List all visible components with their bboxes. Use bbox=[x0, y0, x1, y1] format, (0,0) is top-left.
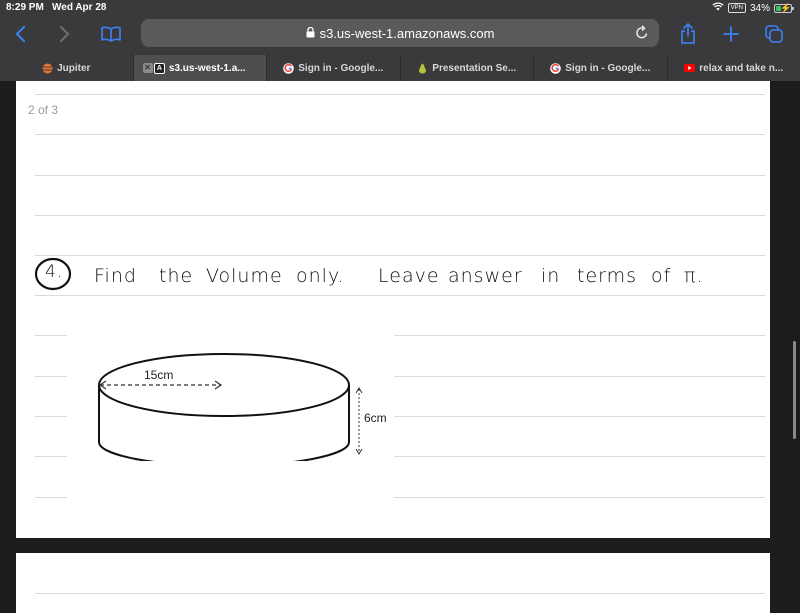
tab-label: s3.us-west-1.a... bbox=[169, 63, 246, 74]
cylinder-shape bbox=[99, 354, 349, 461]
forward-button[interactable] bbox=[50, 20, 78, 48]
radius-label: 15cm bbox=[144, 368, 173, 382]
ruled-line bbox=[35, 593, 765, 594]
ruled-line bbox=[394, 456, 765, 457]
ruled-line bbox=[394, 376, 765, 377]
share-icon bbox=[679, 23, 697, 45]
status-bar: 8:29 PM Wed Apr 28 VPN 34% ⚡ bbox=[0, 0, 800, 16]
battery-icon: ⚡ bbox=[774, 4, 792, 13]
bookmarks-button[interactable] bbox=[97, 20, 125, 48]
reload-button[interactable] bbox=[635, 25, 649, 43]
tabs-icon bbox=[764, 24, 784, 44]
question-word: terms bbox=[577, 265, 637, 287]
page-counter: 2 of 3 bbox=[28, 103, 58, 117]
jupiter-icon bbox=[42, 63, 53, 74]
url-bar[interactable]: s3.us-west-1.amazonaws.com bbox=[141, 19, 659, 47]
question-word: of bbox=[651, 265, 671, 287]
question-word: the bbox=[159, 265, 193, 287]
ruled-line bbox=[35, 497, 67, 498]
youtube-icon bbox=[684, 63, 695, 74]
tab-label: Sign in - Google... bbox=[298, 63, 383, 74]
question-word: Find bbox=[94, 265, 137, 287]
height-dimension-arrow bbox=[356, 388, 362, 454]
tab-label: Sign in - Google... bbox=[565, 63, 650, 74]
reload-icon bbox=[635, 25, 649, 40]
ruled-line bbox=[35, 456, 67, 457]
ruled-line bbox=[394, 497, 765, 498]
google-icon bbox=[550, 63, 561, 74]
tab-youtube[interactable]: relax and take n... bbox=[667, 55, 800, 81]
status-indicators: VPN 34% ⚡ bbox=[712, 2, 792, 14]
chevron-right-icon bbox=[57, 25, 71, 43]
tab-label: Presentation Se... bbox=[432, 63, 516, 74]
question-number: 4. bbox=[45, 262, 63, 282]
letter-a-icon: A bbox=[154, 63, 165, 74]
question-word: in bbox=[541, 265, 560, 287]
ruled-line bbox=[35, 215, 765, 216]
tabs-overview-button[interactable] bbox=[760, 20, 788, 48]
back-button[interactable] bbox=[7, 20, 35, 48]
pear-icon bbox=[417, 63, 428, 74]
ruled-line bbox=[35, 134, 765, 135]
chevron-left-icon bbox=[14, 25, 28, 43]
lock-icon bbox=[306, 26, 315, 41]
question-word: only. bbox=[296, 265, 345, 287]
plus-icon bbox=[722, 25, 740, 43]
ruled-line bbox=[394, 416, 765, 417]
status-date: Wed Apr 28 bbox=[52, 2, 106, 13]
scrollbar[interactable] bbox=[793, 341, 796, 439]
cylinder-figure: 15cm 6cm bbox=[96, 341, 386, 461]
status-time: 8:29 PM bbox=[6, 2, 44, 13]
question-word: Leave bbox=[378, 265, 440, 287]
document-page-next bbox=[16, 553, 770, 613]
charging-bolt-icon: ⚡ bbox=[780, 3, 791, 14]
tab-presentation[interactable]: Presentation Se... bbox=[400, 55, 534, 81]
share-button[interactable] bbox=[674, 20, 702, 48]
url-text: s3.us-west-1.amazonaws.com bbox=[320, 26, 495, 41]
height-label: 6cm bbox=[364, 411, 386, 425]
ruled-line bbox=[394, 335, 765, 336]
battery-percent: 34% bbox=[750, 3, 770, 14]
tab-jupiter[interactable]: Jupiter bbox=[0, 55, 133, 81]
ruled-line bbox=[35, 94, 765, 95]
close-tab-button[interactable]: ✕ bbox=[143, 63, 153, 73]
tab-label: Jupiter bbox=[57, 63, 90, 74]
document-page: 2 of 3 4. Find the Volume only. Leave an… bbox=[16, 81, 770, 538]
ruled-line bbox=[35, 376, 67, 377]
question-word: answer bbox=[448, 265, 523, 287]
ruled-line bbox=[35, 416, 67, 417]
new-tab-button[interactable] bbox=[717, 20, 745, 48]
wifi-icon bbox=[712, 2, 724, 14]
ruled-line bbox=[35, 175, 765, 176]
question-word: π. bbox=[684, 265, 703, 287]
google-icon bbox=[283, 63, 294, 74]
tab-google-signin-1[interactable]: Sign in - Google... bbox=[266, 55, 400, 81]
tab-google-signin-2[interactable]: Sign in - Google... bbox=[533, 55, 667, 81]
ruled-line bbox=[35, 335, 67, 336]
vpn-badge: VPN bbox=[728, 3, 746, 13]
tab-bar: Jupiter ✕ A s3.us-west-1.a... Sign in - … bbox=[0, 55, 800, 81]
browser-toolbar: s3.us-west-1.amazonaws.com bbox=[0, 16, 800, 55]
question-4: 4. Find the Volume only. Leave answer in… bbox=[34, 256, 764, 296]
question-word: Volume bbox=[206, 265, 283, 287]
book-icon bbox=[100, 25, 122, 43]
tab-s3[interactable]: ✕ A s3.us-west-1.a... bbox=[133, 55, 267, 81]
tab-label: relax and take n... bbox=[699, 63, 783, 74]
